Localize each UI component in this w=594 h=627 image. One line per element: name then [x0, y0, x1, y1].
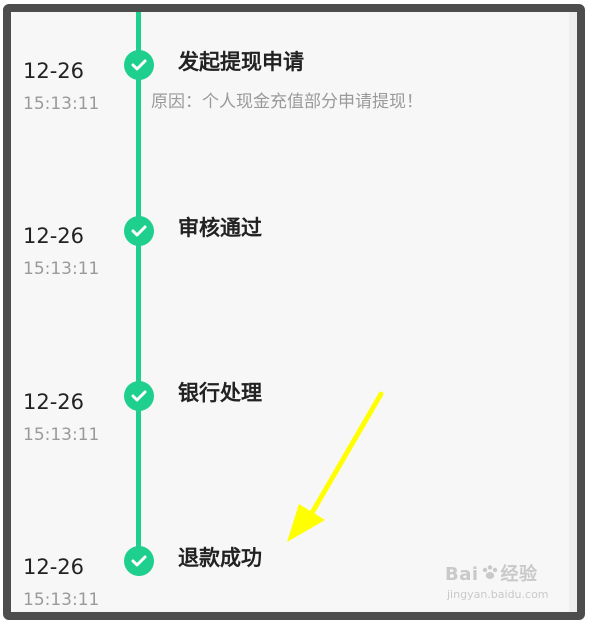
watermark-url: jingyan.baidu.com — [447, 588, 549, 601]
step-time: 15:13:11 — [23, 425, 100, 445]
check-icon — [124, 546, 154, 576]
scroll-strip — [569, 12, 577, 612]
step-date: 12-26 — [23, 390, 85, 414]
step-title: 银行处理 — [178, 381, 262, 405]
watermark-logo-right: 经验 — [500, 564, 538, 585]
watermark: Bai 经验 jingyan.baidu.com — [445, 564, 565, 606]
screenshot-frame: 12-26 15:13:11 发起提现申请 原因：个人现金充值部分申请提现！ 1… — [3, 4, 585, 620]
check-icon — [124, 216, 154, 246]
step-time: 15:13:11 — [23, 590, 100, 610]
step-date: 12-26 — [23, 555, 85, 579]
check-icon — [124, 50, 154, 80]
step-time: 15:13:11 — [23, 259, 100, 279]
watermark-logo: Bai 经验 — [445, 564, 538, 584]
step-reason: 原因：个人现金充值部分申请提现！ — [151, 92, 423, 112]
step-title: 审核通过 — [178, 216, 262, 240]
step-title: 发起提现申请 — [178, 50, 304, 74]
step-date: 12-26 — [23, 224, 85, 248]
timeline-line — [136, 12, 141, 562]
arrow-icon — [287, 391, 384, 542]
step-time: 15:13:11 — [23, 94, 100, 114]
step-title: 退款成功 — [178, 546, 262, 570]
watermark-logo-left: Bai — [445, 564, 479, 585]
check-icon — [124, 381, 154, 411]
paw-icon — [481, 564, 499, 584]
step-date: 12-26 — [23, 59, 85, 83]
